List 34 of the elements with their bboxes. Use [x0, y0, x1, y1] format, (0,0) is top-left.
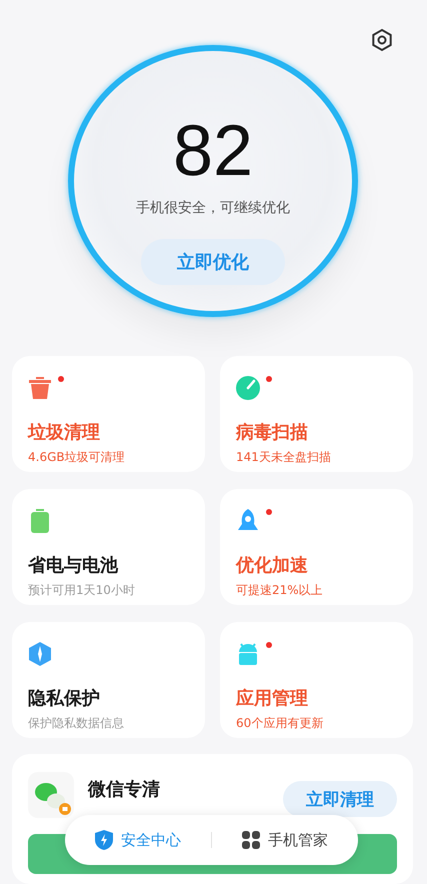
- shield-icon: [95, 830, 113, 850]
- nav-tab[interactable]: 安全中心: [65, 815, 211, 865]
- shield-icon: [28, 642, 52, 666]
- grid-icon: [242, 831, 260, 849]
- tool-subtitle: 可提速21%以上: [236, 582, 324, 600]
- nav-tab[interactable]: 手机管家: [212, 815, 358, 865]
- tool-title: 病毒扫描: [236, 421, 309, 444]
- score-value: 82: [172, 115, 254, 187]
- chat-bubbles-icon: [28, 772, 74, 818]
- tool-title: 垃圾清理: [28, 421, 101, 444]
- tool-subtitle: 141天未全盘扫描: [236, 449, 332, 466]
- tool-subtitle: 4.6GB垃圾可清理: [28, 449, 126, 466]
- tool-title: 隐私保护: [28, 687, 101, 710]
- status-text: 手机很安全，可继续优化: [136, 199, 290, 217]
- settings-icon[interactable]: [370, 28, 394, 52]
- tool-title: 优化加速: [236, 554, 309, 578]
- clean-button[interactable]: 立即清理: [283, 781, 397, 818]
- trash-icon: [28, 376, 52, 400]
- battery-icon: [28, 509, 52, 534]
- tool-title: 省电与电池: [28, 554, 120, 578]
- tool-card[interactable]: 省电与电池 预计可用1天10小时: [12, 489, 205, 606]
- android-icon: [236, 642, 260, 666]
- tool-subtitle: 预计可用1天10小时: [28, 582, 136, 600]
- gauge-icon: [236, 376, 260, 400]
- tool-title: 应用管理: [236, 687, 309, 710]
- tool-card[interactable]: 应用管理 60个应用有更新: [220, 622, 413, 738]
- wechat-clean-title: 微信专清: [88, 778, 161, 802]
- tool-subtitle: 保护隐私数据信息: [28, 715, 125, 732]
- tool-subtitle: 60个应用有更新: [236, 715, 324, 732]
- tool-card[interactable]: 隐私保护 保护隐私数据信息: [12, 622, 205, 738]
- tool-card[interactable]: 病毒扫描 141天未全盘扫描: [220, 356, 413, 472]
- optimize-button[interactable]: 立即优化: [141, 239, 285, 285]
- tool-card[interactable]: 垃圾清理 4.6GB垃圾可清理: [12, 356, 205, 472]
- tool-card[interactable]: 优化加速 可提速21%以上: [220, 489, 413, 606]
